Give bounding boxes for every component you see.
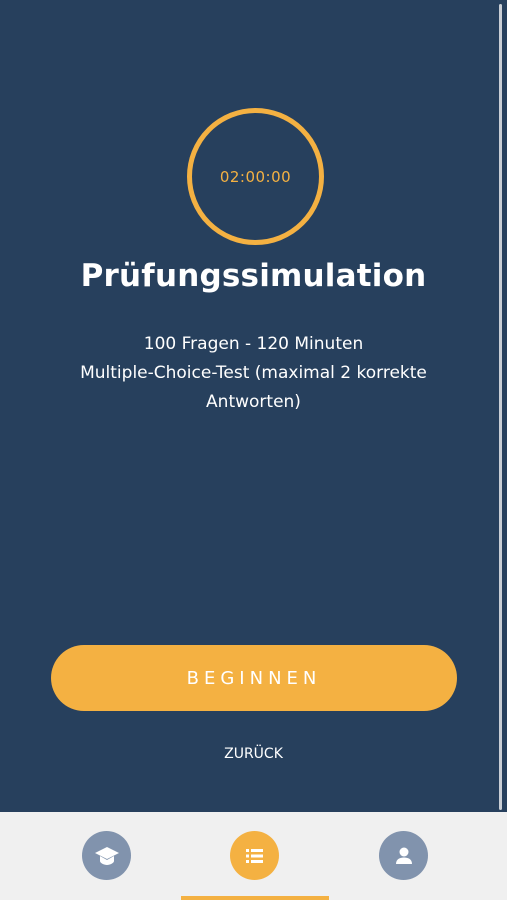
user-icon (395, 847, 412, 864)
tab-learn[interactable] (82, 831, 131, 880)
back-link[interactable]: ZURÜCK (0, 746, 507, 762)
active-tab-indicator (181, 896, 329, 900)
begin-button[interactable]: BEGINNEN (51, 645, 457, 711)
page-title: Prüfungssimulation (80, 258, 427, 294)
timer-value: 02:00:00 (219, 167, 292, 186)
list-icon (245, 848, 263, 863)
timer-ring: 02:00:00 (187, 108, 324, 245)
main-panel: 02:00:00 Prüfungssimulation 100 Fragen -… (0, 0, 507, 812)
exam-description-line1: 100 Fragen - 120 Minuten (143, 334, 364, 354)
scrollbar[interactable] (499, 4, 502, 810)
exam-description-line2: Multiple-Choice-Test (maximal 2 korrekte… (80, 363, 427, 412)
graduation-cap-icon (94, 846, 119, 865)
bottom-tab-bar (0, 812, 507, 900)
tab-profile[interactable] (379, 831, 428, 880)
exam-description: 100 Fragen - 120 Minuten Multiple-Choice… (50, 330, 457, 417)
exam-start-screen: 02:00:00 Prüfungssimulation 100 Fragen -… (0, 0, 507, 900)
tab-exam[interactable] (230, 831, 279, 880)
